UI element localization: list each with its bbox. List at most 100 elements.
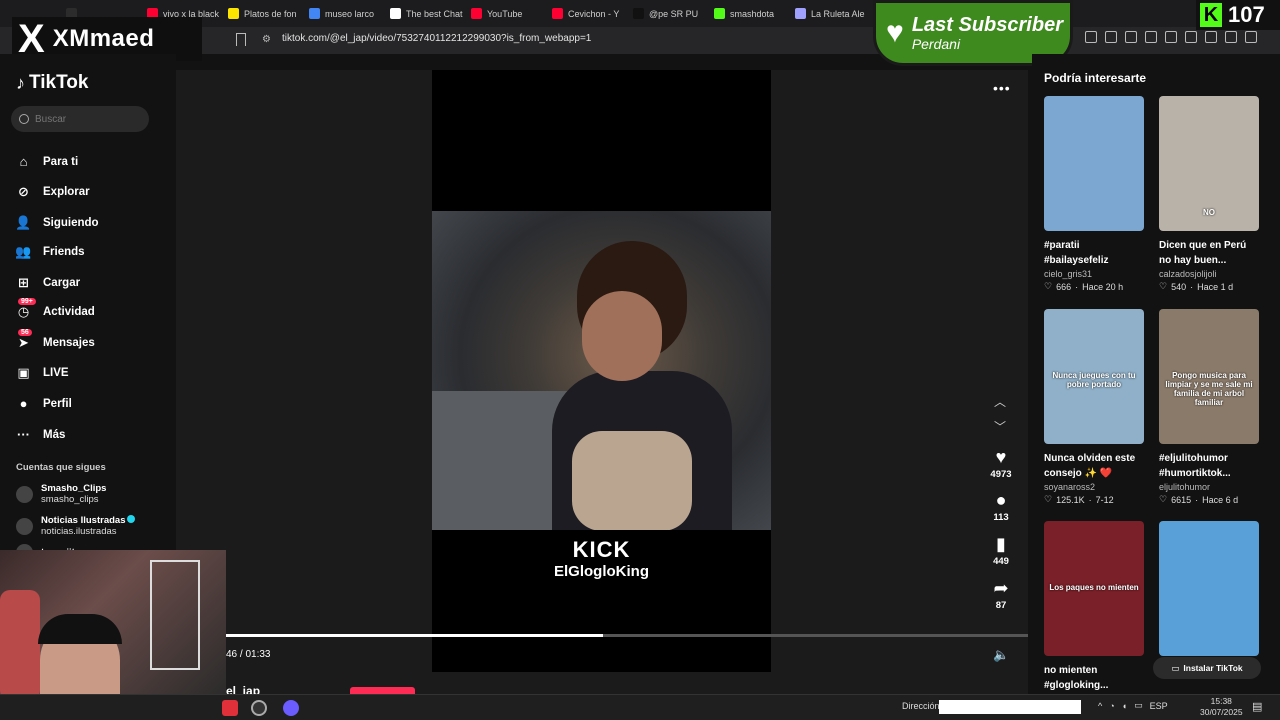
recommended-video-author[interactable]: calzadosjolijoli [1159,269,1259,279]
browser-tab[interactable]: museo larco [303,0,384,27]
tab-favicon-icon [795,8,806,19]
tab-favicon-icon [714,8,725,19]
bookmark-icon[interactable] [236,33,246,46]
search-input[interactable] [35,113,135,125]
recommended-video-title[interactable]: #eljulitohumor #humortiktok... [1159,451,1259,481]
sidebar-item-label: Más [43,428,66,441]
extension-icon[interactable] [1185,31,1197,43]
share-button[interactable]: ➦ 87 [985,579,1017,611]
extension-icon[interactable] [1145,31,1157,43]
extension-icon[interactable] [1105,31,1117,43]
recommended-video-author[interactable]: cielo_gris31 [1044,269,1144,279]
comment-button[interactable]: ● 113 [985,491,1017,523]
save-count: 449 [993,556,1009,567]
video-progress-fill [226,634,603,637]
video-thumbnail[interactable] [1044,96,1144,231]
wifi-icon[interactable]: ◔ [1109,701,1114,711]
sidebar-item-upload[interactable]: ⊞ Cargar [16,275,80,290]
video-age: Hace 1 d [1197,281,1234,292]
system-clock[interactable]: 15:38 30/07/2025 [1200,696,1243,718]
notification-badge: 99+ [18,298,36,305]
recommended-video-title[interactable]: #paratii #bailaysefeliz [1044,238,1144,268]
tab-label: YouTube [487,8,523,19]
following-icon: 👤 [15,214,32,230]
recommended-video[interactable]: Nunca juegues con tu pobre portado Nunca … [1044,309,1144,505]
browser-tab[interactable]: La Ruleta Ale [789,0,870,27]
taskbar-app-icon[interactable] [283,700,299,716]
like-button[interactable]: ♥ 4973 [985,448,1017,480]
sidebar-item-activity[interactable]: ◷ 99+ Actividad [16,298,95,319]
browser-tab[interactable]: Cevichon - Y [546,0,627,27]
taskbar-app-icon[interactable] [251,700,267,716]
site-settings-icon[interactable]: ⚙ [262,34,274,45]
extension-icon[interactable] [1125,31,1137,43]
search-icon [19,114,29,124]
notifications-icon[interactable]: ▤ [1252,700,1262,713]
sidebar-item-messages[interactable]: ➤ 56 Mensajes [16,329,95,350]
verified-icon [127,515,136,523]
save-button[interactable]: ▮ 449 [985,535,1017,567]
sidebar-item-profile[interactable]: ● Perfil [16,396,72,411]
address-toolbar-input[interactable] [939,700,1081,714]
video-thumbnail[interactable] [1159,521,1259,656]
extension-icon[interactable] [1165,31,1177,43]
extension-icon[interactable] [1245,31,1257,43]
tiktok-logo[interactable]: ♪ TikTok [16,72,88,94]
like-count: 4973 [990,469,1012,480]
recommended-video-author[interactable]: eljulitohumor [1159,482,1259,492]
friends-icon: 👥 [15,243,32,259]
browser-tab[interactable]: @pe SR PU [627,0,708,27]
recommended-video-author[interactable]: soyanaross2 [1044,482,1144,492]
video-player[interactable]: KICK ElGlogloKing [432,70,771,672]
volume-icon[interactable]: 🔈 [993,647,1009,663]
tab-favicon-icon [471,8,482,19]
tab-label: Platos de fon [244,8,297,19]
video-thumbnail[interactable]: Pongo musica para limpiar y se me sale m… [1159,309,1259,444]
search-box[interactable] [11,106,149,132]
recommended-video[interactable]: Pongo musica para limpiar y se me sale m… [1159,309,1259,505]
chevron-up-icon[interactable]: ^ [1098,701,1102,711]
sidebar-item-label: Perfil [43,397,72,410]
recommended-video-title[interactable]: Dicen que en Perú no hay buen... [1159,238,1259,268]
sidebar-item-more[interactable]: ··· Más [16,427,65,442]
video-person-face [582,291,662,381]
tab-label: La Ruleta Ale [811,8,865,19]
recommended-video-title[interactable]: no mienten #glogloking... [1044,663,1144,693]
browser-tab[interactable]: The best Chat [384,0,465,27]
sidebar-item-following[interactable]: 👤 Siguiendo [15,214,98,230]
speaker-icon[interactable]: ◖ [1122,701,1127,711]
extension-icon[interactable] [1225,31,1237,43]
taskbar-app-icon[interactable] [222,700,238,716]
extension-icon[interactable] [1205,31,1217,43]
recommended-video[interactable]: #paratii #bailaysefeliz cielo_gris31 ♡ 666 ·… [1044,96,1144,292]
browser-tab[interactable]: Platos de fon [222,0,303,27]
more-options-icon[interactable]: ••• [993,80,1011,96]
kick-logo-icon: K [1200,3,1222,27]
followed-account[interactable]: Noticias Ilustradas noticias.ilustradas [16,515,136,538]
recommended-video-title[interactable]: Nunca olviden este consejo ✨ ❤️ [1044,451,1144,481]
chevron-down-icon[interactable]: ﹀ [994,418,1006,435]
followed-account[interactable]: Smasho_Clips smasho_clips [16,483,106,505]
video-thumbnail[interactable]: Los paques no mienten [1044,521,1144,656]
tab-favicon-icon [390,8,401,19]
url-field[interactable]: tiktok.com/@el_jap/video/753274011221229… [282,33,591,44]
video-thumbnail[interactable]: NO [1159,96,1259,231]
sidebar-item-friends[interactable]: 👥 Friends [15,243,84,259]
install-tiktok-button[interactable]: ▭ Instalar TikTok [1153,657,1261,679]
comment-count: 113 [993,512,1009,523]
followed-account-handle: noticias.ilustradas [41,526,117,538]
browser-tab[interactable]: YouTube [465,0,546,27]
video-thumbnail[interactable]: Nunca juegues con tu pobre portado [1044,309,1144,444]
recommended-video[interactable]: NO Dicen que en Perú no hay buen... calzad… [1159,96,1259,292]
extension-icon[interactable] [1085,31,1097,43]
chevron-up-icon[interactable]: ︿ [994,393,1006,410]
sidebar-item-compass[interactable]: ⊘ Explorar [16,184,90,199]
language-indicator[interactable]: ESP [1150,701,1168,711]
system-tray: ^ ◔ ◖ ▭ ESP [1098,700,1168,711]
battery-icon[interactable]: ▭ [1134,700,1143,711]
browser-tab[interactable]: smashdota [708,0,789,27]
sidebar-item-home[interactable]: ⌂ Para ti [16,154,79,169]
recommended-video[interactable]: Los paques no mienten no mienten #gloglok… [1044,521,1144,693]
video-progress-bar[interactable] [226,634,1028,637]
sidebar-item-live[interactable]: ▣ LIVE [16,365,68,380]
